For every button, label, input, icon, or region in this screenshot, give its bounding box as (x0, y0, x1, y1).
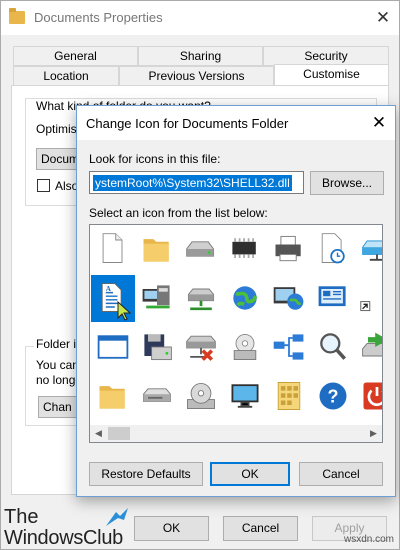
dialog-title-bar: Change Icon for Documents Folder ✕ (77, 106, 395, 140)
icon-list-item[interactable] (179, 226, 223, 273)
icon-list-item[interactable] (179, 373, 223, 420)
icon-list-item[interactable] (91, 226, 135, 273)
shortcut-arrow-icon (360, 301, 371, 312)
watermark-site: wsxdn.com (344, 534, 395, 545)
icon-list-item[interactable] (267, 226, 311, 273)
blank-document-icon (102, 233, 123, 263)
tab-customise[interactable]: Customise (274, 64, 389, 86)
window-title: Documents Properties (34, 10, 163, 25)
control-panel-icon (318, 286, 346, 307)
network-drive-icon (362, 240, 382, 261)
network-pc-icon (142, 285, 170, 309)
window-icon (97, 335, 129, 359)
icon-list-item[interactable] (135, 373, 179, 420)
scroll-left-icon[interactable]: ◀ (90, 425, 107, 442)
icon-list-item[interactable] (311, 226, 355, 273)
folder-grid-icon (277, 382, 301, 410)
floppy-disk-icon (144, 334, 172, 361)
search-icon (320, 333, 347, 360)
icon-list-item[interactable] (91, 324, 135, 371)
icon-list-item[interactable] (179, 324, 223, 371)
icon-list-item[interactable] (311, 275, 355, 322)
icon-list-item[interactable] (267, 324, 311, 371)
also-apply-checkbox[interactable] (37, 179, 50, 192)
folder-icon (143, 239, 169, 262)
help-icon: ? (319, 382, 347, 410)
icon-list-item[interactable] (223, 275, 267, 322)
memory-chip-icon (232, 238, 256, 258)
icon-list-item[interactable] (135, 275, 179, 322)
folder-icon (99, 386, 125, 409)
also-apply-label: Also (55, 179, 79, 193)
ok-button[interactable]: OK (134, 516, 209, 541)
browse-button[interactable]: Browse... (310, 171, 384, 195)
network-drive-error-icon (186, 335, 216, 361)
tab-security[interactable]: Security (263, 46, 389, 66)
dialog-cancel-button[interactable]: Cancel (299, 462, 383, 486)
monitor-icon (231, 384, 259, 408)
icon-list-item[interactable] (135, 226, 179, 273)
icon-list[interactable]: A? ◀ ▶ (89, 224, 383, 443)
cd-drive-icon (233, 333, 257, 361)
icon-file-path-value: ystemRoot%\System32\SHELL32.dll (93, 175, 292, 191)
you-can-text: You can (36, 358, 79, 372)
folder-icon (9, 8, 25, 24)
scroll-right-icon[interactable]: ▶ (365, 425, 382, 442)
recycle-arrow-icon (362, 332, 382, 357)
mouse-cursor-icon (117, 301, 131, 321)
icon-list-item[interactable] (355, 324, 382, 371)
tab-sharing[interactable]: Sharing (138, 46, 263, 66)
power-icon (363, 382, 382, 410)
icon-file-path-input[interactable]: ystemRoot%\System32\SHELL32.dll (89, 171, 304, 194)
watermark-line2: WindowsClub (4, 527, 123, 549)
icon-list-item[interactable] (179, 275, 223, 322)
printer-icon (275, 235, 301, 262)
drive-icon (143, 388, 171, 402)
network-share-icon (187, 288, 215, 311)
icon-list-item[interactable] (223, 324, 267, 371)
bird-logo-icon (106, 508, 128, 526)
scrollbar-thumb[interactable] (108, 427, 130, 440)
horizontal-scrollbar[interactable]: ◀ ▶ (90, 425, 382, 442)
watermark-logo: The WindowsClub (4, 506, 134, 549)
svg-text:?: ? (328, 386, 339, 406)
title-bar: Documents Properties ✕ (1, 1, 399, 35)
network-globe-icon (273, 287, 304, 310)
dialog-ok-button[interactable]: OK (210, 462, 290, 486)
restore-defaults-button[interactable]: Restore Defaults (89, 462, 203, 486)
close-icon[interactable]: ✕ (367, 111, 391, 135)
watermark-line1: The (4, 506, 39, 528)
select-icon-label: Select an icon from the list below: (89, 206, 268, 220)
svg-text:A: A (106, 285, 112, 293)
tab-general[interactable]: General (13, 46, 138, 66)
icon-list-item[interactable]: ? (311, 373, 355, 420)
icon-list-item[interactable]: A (91, 275, 135, 322)
change-icon-dialog: Change Icon for Documents Folder ✕ Look … (76, 105, 396, 497)
icon-list-item[interactable] (311, 324, 355, 371)
icon-list-item[interactable] (355, 373, 382, 420)
icon-list-item[interactable] (267, 275, 311, 322)
icon-list-item[interactable] (223, 373, 267, 420)
document-clock-icon (321, 233, 345, 264)
icon-list-item[interactable] (355, 275, 375, 322)
tab-location[interactable]: Location (13, 66, 119, 86)
icon-list-item[interactable] (267, 373, 311, 420)
cd-disc-icon (187, 382, 215, 410)
tab-previous-versions[interactable]: Previous Versions (119, 66, 274, 86)
icon-list-item[interactable] (91, 373, 135, 420)
globe-icon (233, 286, 258, 310)
hard-drive-icon (186, 241, 215, 257)
cancel-button[interactable]: Cancel (223, 516, 298, 541)
icon-list-item[interactable] (135, 324, 179, 371)
close-icon[interactable]: ✕ (371, 6, 395, 30)
look-for-label: Look for icons in this file: (89, 152, 221, 166)
icon-list-item[interactable] (223, 226, 267, 273)
dialog-title: Change Icon for Documents Folder (86, 116, 289, 131)
icon-list-item[interactable] (355, 226, 382, 273)
network-connection-icon (273, 334, 304, 360)
